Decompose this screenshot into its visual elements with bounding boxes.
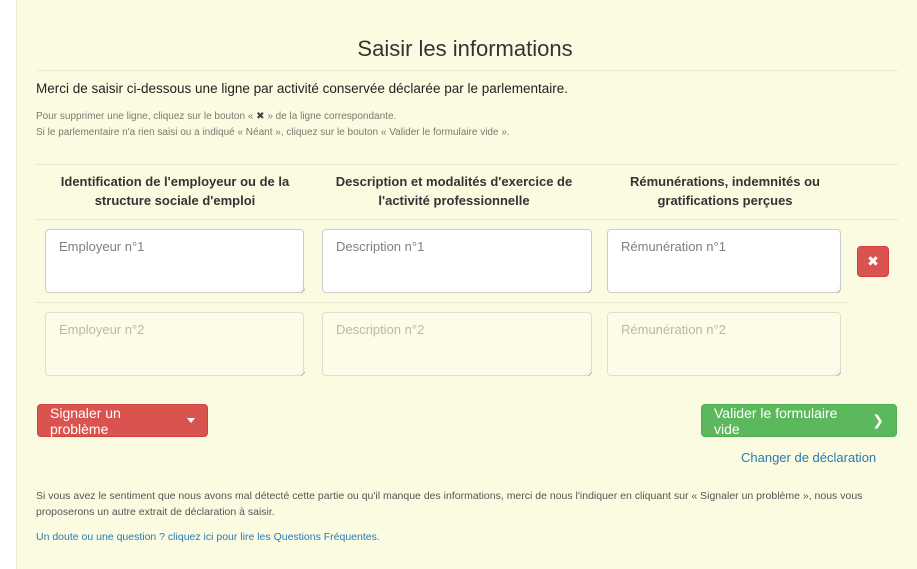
employer-field-1[interactable] <box>45 229 304 293</box>
table-top-divider <box>36 164 898 165</box>
column-header-remuneration: Rémunérations, indemnités ou gratificati… <box>630 174 820 208</box>
change-declaration-link[interactable]: Changer de déclaration <box>741 450 876 465</box>
row-divider <box>36 302 848 303</box>
delete-hint-before: Pour supprimer une ligne, cliquez sur le… <box>36 111 254 122</box>
close-icon: ✖ <box>867 253 879 269</box>
chevron-right-icon: ❯ <box>872 412 884 428</box>
faq-link[interactable]: Un doute ou une question ? cliquez ici p… <box>36 531 380 543</box>
employer-field-2[interactable] <box>45 312 304 376</box>
column-header-employer: Identification de l'employeur ou de la s… <box>60 174 290 208</box>
footer-help-text: Si vous avez le sentiment que nous avons… <box>36 490 863 518</box>
report-problem-button[interactable]: Signaler un problème <box>37 404 208 437</box>
description-field-1[interactable] <box>322 229 592 293</box>
validate-empty-form-button[interactable]: Valider le formulaire vide ❯ <box>701 404 897 437</box>
intro-text: Merci de saisir ci-dessous une ligne par… <box>36 81 569 96</box>
caret-down-icon <box>187 418 195 423</box>
empty-form-hint: Si le parlementaire n'a rien saisi ou a … <box>36 127 510 138</box>
title-divider <box>36 70 898 71</box>
remuneration-field-2[interactable] <box>607 312 841 376</box>
remuneration-field-1[interactable] <box>607 229 841 293</box>
report-problem-label: Signaler un problème <box>50 404 121 437</box>
description-field-2[interactable] <box>322 312 592 376</box>
close-icon: ✖ <box>256 111 265 122</box>
delete-hint: Pour supprimer une ligne, cliquez sur le… <box>36 111 396 122</box>
page-title: Saisir les informations <box>357 36 573 61</box>
delete-row-button[interactable]: ✖ <box>857 246 889 277</box>
validate-empty-form-label: Valider le formulaire vide <box>714 404 838 437</box>
header-divider <box>36 219 898 220</box>
delete-hint-after: » de la ligne correspondante. <box>267 111 397 122</box>
column-header-description: Description et modalités d'exercice de l… <box>335 174 573 208</box>
